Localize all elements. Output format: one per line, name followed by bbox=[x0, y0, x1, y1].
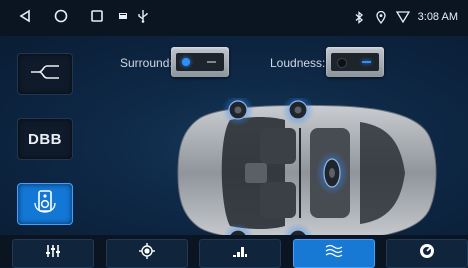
preset-tab[interactable] bbox=[386, 239, 468, 268]
home-icon[interactable] bbox=[54, 9, 68, 23]
audio-settings-panel: DBB Surround: Loudness: bbox=[0, 36, 468, 255]
gauge-icon bbox=[419, 243, 435, 264]
wifi-icon bbox=[395, 10, 410, 24]
equalizer-tab[interactable] bbox=[199, 239, 281, 268]
back-icon[interactable] bbox=[18, 9, 32, 23]
bottom-nav bbox=[0, 235, 468, 268]
sound-field-tab[interactable] bbox=[293, 239, 375, 268]
sliders-icon bbox=[45, 244, 61, 263]
eq-curve-icon bbox=[29, 63, 61, 86]
notification-icon bbox=[116, 9, 130, 23]
bluetooth-icon bbox=[352, 10, 366, 24]
recents-icon[interactable] bbox=[90, 9, 104, 23]
loudness-toggle[interactable] bbox=[326, 47, 384, 77]
eq-curve-button[interactable] bbox=[17, 53, 73, 95]
status-bar: 3:08 AM bbox=[0, 0, 468, 36]
loudness-label: Loudness: bbox=[270, 56, 326, 70]
dbb-button[interactable]: DBB bbox=[17, 118, 73, 160]
speaker-icon bbox=[30, 189, 60, 220]
car-top-view bbox=[160, 94, 450, 255]
dbb-label: DBB bbox=[28, 130, 62, 148]
speaker-subwoofer bbox=[316, 151, 348, 195]
balance-tab[interactable] bbox=[106, 239, 188, 268]
equalizer-icon bbox=[232, 244, 248, 263]
usb-icon bbox=[136, 9, 150, 23]
surround-toggle[interactable] bbox=[171, 47, 229, 77]
status-time: 3:08 AM bbox=[417, 11, 458, 23]
surround-label: Surround: bbox=[120, 56, 173, 70]
speaker-button[interactable] bbox=[17, 183, 73, 225]
sliders-tab[interactable] bbox=[12, 239, 94, 268]
location-icon bbox=[374, 10, 388, 24]
wave-icon bbox=[325, 244, 343, 263]
target-icon bbox=[139, 243, 155, 264]
